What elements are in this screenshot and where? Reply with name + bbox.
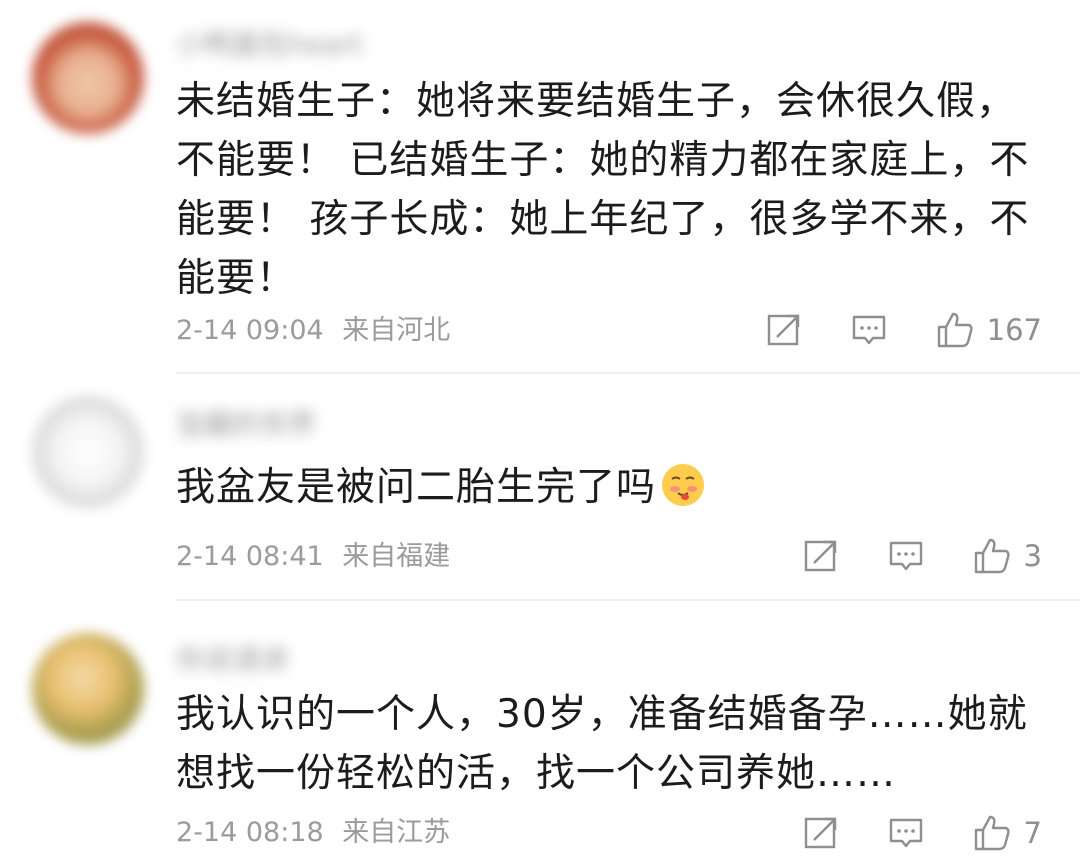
repost-icon xyxy=(804,540,836,572)
comment-actions: 3 xyxy=(802,534,1042,578)
comment-time: 2-14 09:04 xyxy=(176,315,324,346)
comment-button[interactable] xyxy=(888,816,924,850)
comment-icon xyxy=(852,315,885,345)
comment-text-content: 我盆友是被问二胎生完了吗 xyxy=(176,465,657,510)
like-button[interactable]: 7 xyxy=(972,813,1042,853)
comment-time: 2-14 08:41 xyxy=(176,541,324,572)
thumbs-up-icon xyxy=(974,815,1010,851)
username[interactable]: 宝藏的世界 xyxy=(176,408,316,442)
comment-meta: 2-14 08:18 来自江苏 xyxy=(176,813,450,853)
like-count: 3 xyxy=(1023,539,1042,573)
comment-icon xyxy=(889,818,922,848)
comment-item: 宝藏的世界 我盆友是被问二胎生完了吗 2-14 08:41 来自福建 3 xyxy=(0,374,1080,600)
repost-button[interactable] xyxy=(765,311,803,349)
comment-item: 小鸭面包heart 未结婚生子：她将来要结婚生子，会休很久假，不能要！ 已结婚生… xyxy=(0,0,1080,372)
comment-actions: 7 xyxy=(802,811,1042,855)
comment-icon xyxy=(889,541,922,571)
like-button[interactable]: 167 xyxy=(935,310,1042,350)
comment-text: 未结婚生子：她将来要结婚生子，会休很久假，不能要！ 已结婚生子：她的精力都在家庭… xyxy=(176,79,1030,301)
comment-item: 你说请讲 我认识的一个人，30岁，准备结婚备孕……她就想找一份轻松的活，找一个公… xyxy=(0,601,1080,868)
like-count: 167 xyxy=(986,313,1042,347)
comment-location: 来自福建 xyxy=(342,541,451,572)
repost-button[interactable] xyxy=(802,814,840,852)
username[interactable]: 你说请讲 xyxy=(176,643,288,677)
cheeky-face-emoji xyxy=(662,464,705,506)
comment-meta: 2-14 09:04 来自河北 xyxy=(176,311,450,351)
avatar[interactable] xyxy=(32,396,144,508)
repost-button[interactable] xyxy=(802,537,840,575)
thumbs-up-icon xyxy=(974,538,1010,574)
username[interactable]: 小鸭面包heart xyxy=(176,28,363,62)
like-count: 7 xyxy=(1023,816,1042,850)
repost-icon xyxy=(804,817,836,849)
repost-icon xyxy=(767,314,799,346)
comment-location: 来自江苏 xyxy=(342,817,451,848)
comment-meta: 2-14 08:41 来自福建 xyxy=(176,537,450,577)
comment-button[interactable] xyxy=(888,539,924,573)
comment-time: 2-14 08:18 xyxy=(176,817,324,848)
comment-text: 我盆友是被问二胎生完了吗 xyxy=(176,458,1036,517)
comment-actions: 167 xyxy=(765,308,1042,352)
comment-location: 来自河北 xyxy=(342,315,451,346)
comment-button[interactable] xyxy=(851,313,887,347)
comment-text: 我认识的一个人，30岁，准备结婚备孕……她就想找一份轻松的活，找一个公司养她…… xyxy=(176,692,1028,796)
avatar[interactable] xyxy=(32,633,144,745)
avatar[interactable] xyxy=(32,22,144,134)
like-button[interactable]: 3 xyxy=(972,536,1042,576)
thumbs-up-icon xyxy=(937,312,973,348)
